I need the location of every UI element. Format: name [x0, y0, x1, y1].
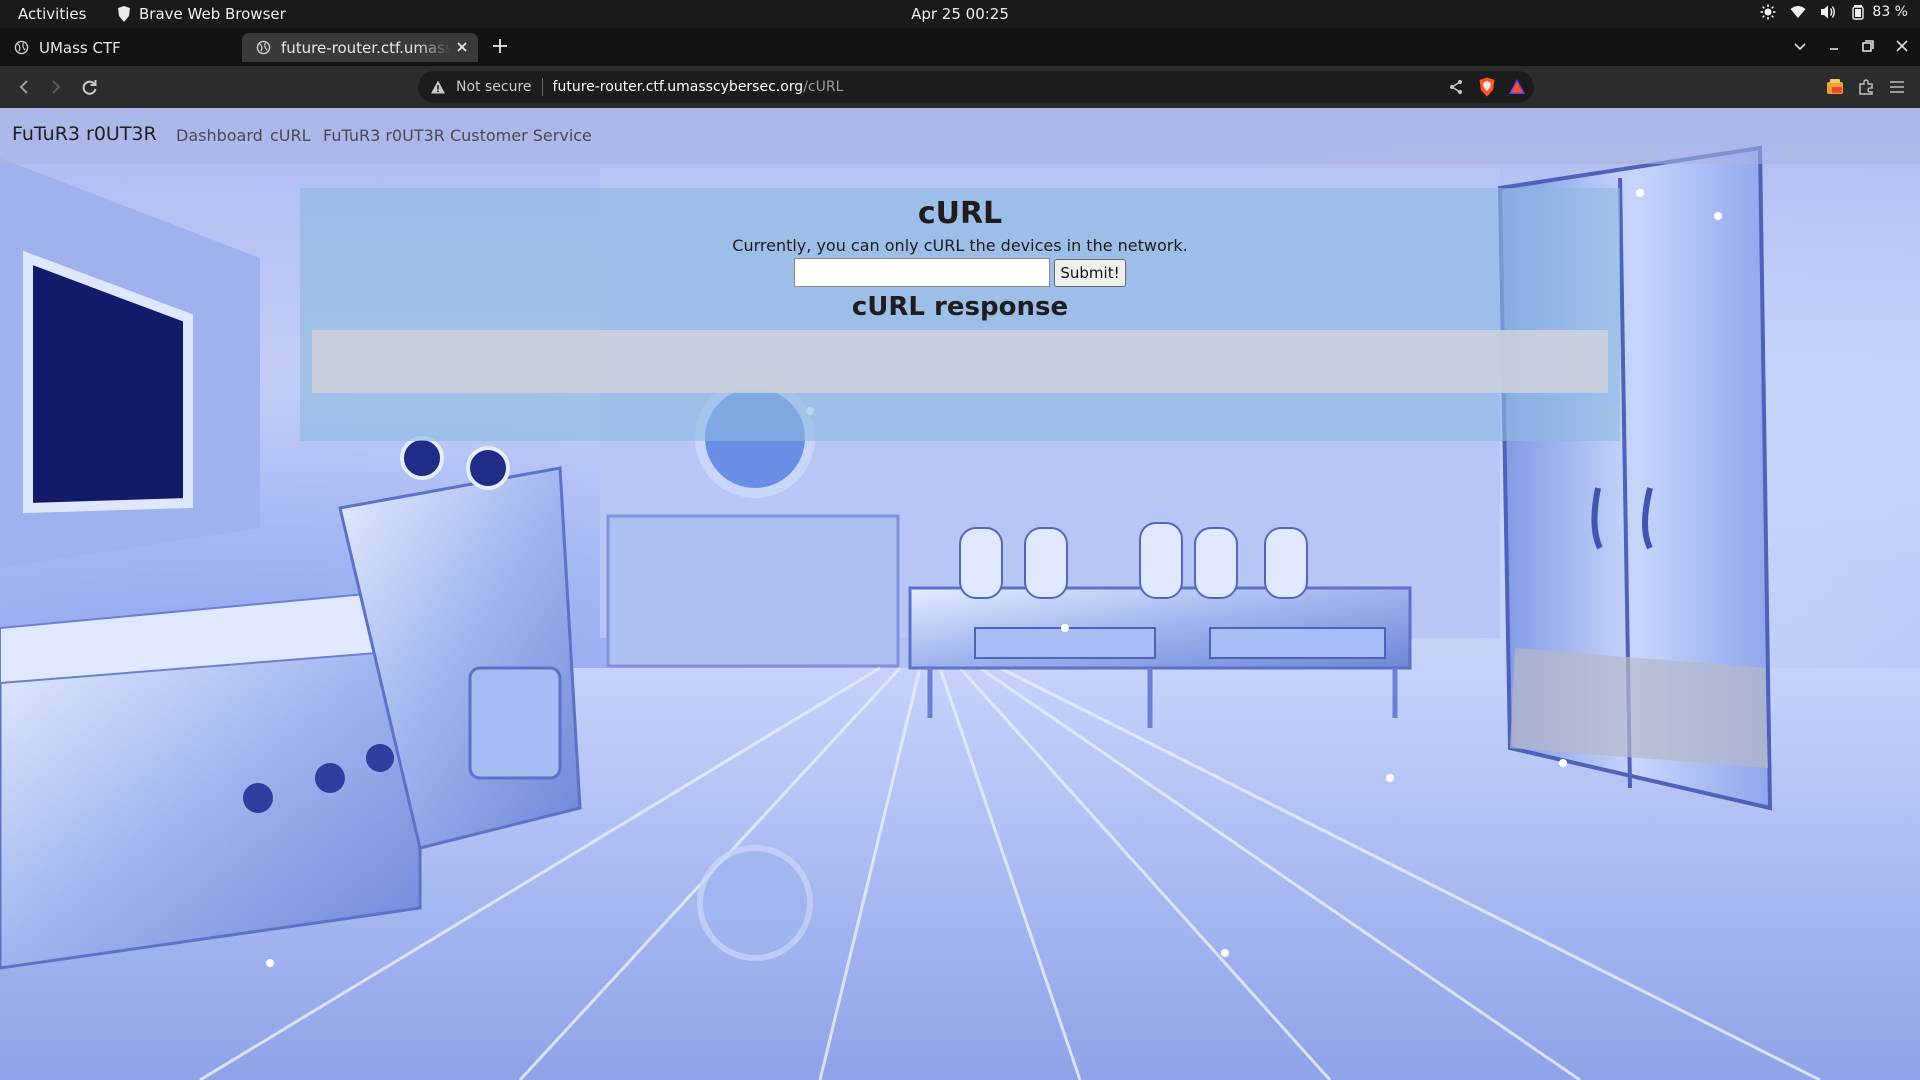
nav-link-customer-service[interactable]: FuTuR3 r0UT3R Customer Service [323, 126, 592, 145]
globe-icon [14, 40, 29, 55]
page-title: cURL [917, 196, 1003, 231]
system-tray[interactable]: 83 % [1760, 4, 1908, 20]
system-top-bar: Activities Brave Web Browser Apr 25 00:2… [0, 0, 1920, 28]
extensions-puzzle-icon[interactable] [1857, 78, 1875, 96]
response-output [312, 330, 1608, 393]
not-secure-label[interactable]: Not secure [456, 79, 532, 95]
forward-arrow-icon [52, 80, 61, 94]
brave-shields-icon[interactable] [1478, 77, 1496, 97]
curl-panel: cURL Currently, you can only cURL the de… [300, 188, 1620, 441]
menu-hamburger-icon[interactable] [1888, 78, 1906, 96]
forward-button[interactable] [46, 77, 66, 97]
reload-icon [82, 80, 97, 95]
close-window-icon[interactable] [1894, 38, 1910, 54]
app-name: Brave Web Browser [139, 5, 286, 23]
url-host: future-router.ctf.umasscybersec.org [552, 79, 804, 95]
back-button[interactable] [14, 77, 34, 97]
clock[interactable]: Apr 25 00:25 [911, 5, 1009, 23]
curl-url-input[interactable] [794, 258, 1050, 287]
brave-rewards-icon[interactable] [1508, 78, 1526, 96]
tab-title: future-router.ctf.umasscybersec.org/cURL [281, 38, 451, 57]
wallet-extension-icon[interactable] [1826, 78, 1844, 96]
page-viewport: FuTuR3 r0UT3R Dashboard cURL FuTuR3 r0UT… [0, 108, 1920, 1080]
reload-button[interactable] [80, 77, 100, 97]
nav-link-dashboard[interactable]: Dashboard [176, 126, 263, 145]
address-bar[interactable]: Not secure future-router.ctf.umasscybers… [418, 71, 1534, 103]
tab-future-router[interactable]: future-router.ctf.umasscybersec.org/cURL [242, 33, 478, 62]
minimize-icon[interactable] [1826, 38, 1842, 54]
warning-triangle-icon[interactable] [430, 79, 446, 95]
restore-icon[interactable] [1860, 38, 1876, 54]
page-description: Currently, you can only cURL the devices… [732, 236, 1188, 255]
volume-icon [1821, 5, 1836, 19]
app-menu[interactable]: Brave Web Browser [117, 5, 286, 23]
battery-level: 83 % [1872, 4, 1908, 20]
response-title: cURL response [851, 292, 1069, 322]
close-tab-icon[interactable] [454, 39, 470, 55]
tab-title: UMass CTF [39, 38, 121, 57]
submit-button[interactable]: Submit! [1054, 259, 1126, 287]
site-brand[interactable]: FuTuR3 r0UT3R [12, 123, 157, 145]
nav-link-curl[interactable]: cURL [270, 126, 311, 145]
url-path: /cURL [803, 79, 844, 95]
battery-icon [1852, 5, 1865, 20]
tab-strip: UMass CTF future-router.ctf.umasscyberse… [0, 28, 1920, 66]
tab-umass-ctf[interactable]: UMass CTF [0, 33, 238, 62]
globe-icon [256, 40, 271, 55]
back-arrow-icon [19, 80, 28, 94]
browser-toolbar: Not secure future-router.ctf.umasscybers… [0, 66, 1920, 108]
wifi-icon [1790, 6, 1806, 18]
site-navbar: FuTuR3 r0UT3R Dashboard cURL FuTuR3 r0UT… [0, 108, 1920, 164]
tab-list-chevron-icon[interactable] [1792, 38, 1808, 54]
activities-button[interactable]: Activities [18, 5, 86, 23]
url-divider [541, 78, 543, 96]
share-icon[interactable] [1448, 79, 1464, 95]
brave-lion-icon [118, 6, 130, 22]
new-tab-icon[interactable] [490, 36, 510, 56]
brightness-icon [1760, 4, 1776, 20]
